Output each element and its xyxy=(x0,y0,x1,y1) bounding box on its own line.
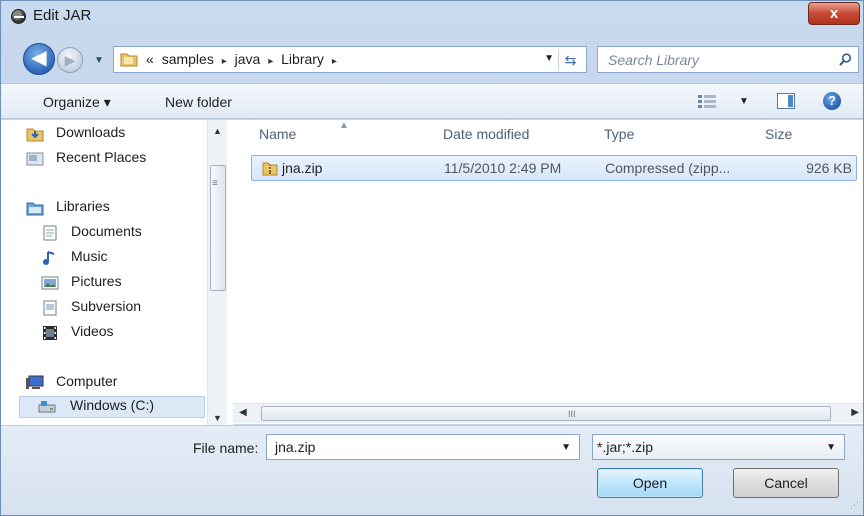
breadcrumb-separator[interactable]: ▸ xyxy=(222,56,227,67)
new-folder-button[interactable]: New folder xyxy=(165,94,232,110)
drive-icon xyxy=(38,401,56,413)
breadcrumb: « samples ▸ java ▸ Library ▸ xyxy=(146,51,341,67)
sidebar-item-label: Documents xyxy=(71,223,142,239)
downloads-icon xyxy=(26,128,44,142)
filter-value: *.jar;*.zip xyxy=(597,439,654,455)
address-dropdown-icon[interactable]: ▼ xyxy=(544,53,554,64)
scroll-grip-icon: ≡ xyxy=(212,178,218,189)
dialog-footer: File name: jna.zip ▼ *.jar;*.zip ▼ Open … xyxy=(1,426,863,515)
computer-icon xyxy=(26,375,44,389)
file-name-field[interactable]: jna.zip ▼ xyxy=(266,434,580,460)
libraries-icon xyxy=(26,202,44,216)
breadcrumb-item[interactable]: samples xyxy=(162,51,214,67)
edit-jar-dialog: Edit JAR x ◀ ▶ ▼ « samples ▸ java ▸ Libr… xyxy=(0,0,864,516)
command-toolbar: Organize ▾ New folder ▼ ? xyxy=(1,83,863,119)
file-name-dropdown-icon[interactable]: ▼ xyxy=(561,442,571,453)
refresh-icon[interactable]: ⇆ xyxy=(558,49,582,71)
column-header-size[interactable]: Size xyxy=(765,126,792,142)
recent-places-icon xyxy=(26,152,44,166)
column-header-name[interactable]: Name xyxy=(259,126,296,142)
sidebar-item-label: Downloads xyxy=(56,124,126,140)
sidebar-item-label: Music xyxy=(71,248,108,264)
search-input[interactable]: Search Library xyxy=(608,52,699,68)
column-header-date-modified[interactable]: Date modified xyxy=(443,126,529,142)
views-dropdown-icon[interactable]: ▼ xyxy=(739,96,749,107)
pictures-icon xyxy=(41,276,59,290)
window-title: Edit JAR xyxy=(33,7,92,24)
file-list-scrollbar[interactable]: ◀ III ▶ xyxy=(233,403,863,423)
recent-locations-dropdown[interactable]: ▼ xyxy=(94,55,104,66)
cancel-button[interactable]: Cancel xyxy=(733,468,839,498)
search-icon[interactable] xyxy=(839,53,852,66)
breadcrumb-separator[interactable]: ▸ xyxy=(268,56,273,67)
sidebar-item-label: Libraries xyxy=(56,198,110,214)
sidebar-item-downloads[interactable]: Downloads xyxy=(26,124,126,146)
breadcrumb-item[interactable]: Library xyxy=(281,51,324,67)
scroll-right-icon[interactable]: ▶ xyxy=(851,407,859,418)
address-bar[interactable]: « samples ▸ java ▸ Library ▸ ▼ ⇆ xyxy=(113,46,587,73)
close-button[interactable]: x xyxy=(808,2,860,25)
sidebar-item-pictures[interactable]: Pictures xyxy=(41,273,122,295)
videos-icon xyxy=(43,326,57,340)
address-row: ◀ ▶ ▼ « samples ▸ java ▸ Library ▸ ▼ ⇆ S… xyxy=(1,43,863,77)
file-name-label: File name: xyxy=(193,440,259,456)
music-icon xyxy=(43,251,55,265)
sidebar-item-label: Windows (C:) xyxy=(70,397,155,413)
file-name: jna.zip xyxy=(282,160,323,176)
preview-pane-icon[interactable] xyxy=(777,93,795,109)
file-row[interactable]: jna.zip 11/5/2010 2:49 PM Compressed (zi… xyxy=(251,155,857,181)
organize-menu[interactable]: Organize ▾ xyxy=(43,94,111,111)
scroll-grip-icon: III xyxy=(568,409,576,419)
sidebar-item-computer[interactable]: Computer xyxy=(26,373,118,395)
file-type: Compressed (zipp... xyxy=(605,160,731,176)
help-icon[interactable]: ? xyxy=(823,92,841,110)
back-button[interactable]: ◀ xyxy=(23,43,55,75)
breadcrumb-overflow[interactable]: « xyxy=(146,51,154,67)
views-icon[interactable] xyxy=(698,94,716,108)
file-size: 926 KB xyxy=(806,160,852,176)
search-box[interactable]: Search Library xyxy=(597,46,859,73)
sidebar-item-windows-c[interactable]: Windows (C:) xyxy=(19,396,205,418)
open-button[interactable]: Open xyxy=(597,468,703,498)
sidebar-item-label: Videos xyxy=(71,323,114,339)
zip-folder-icon xyxy=(262,162,278,176)
title-bar[interactable]: Edit JAR x xyxy=(1,1,863,33)
documents-icon xyxy=(43,225,57,241)
sidebar-item-videos[interactable]: Videos xyxy=(43,323,114,345)
subversion-icon xyxy=(43,300,57,316)
sidebar-item-label: Computer xyxy=(56,373,118,389)
sidebar-item-recent-places[interactable]: Recent Places xyxy=(26,149,147,171)
file-list: Name ▲ Date modified Type Size jna.zip 1… xyxy=(233,120,863,425)
sidebar-item-music[interactable]: Music xyxy=(43,248,108,270)
file-list-scroll-thumb[interactable]: III xyxy=(261,406,831,421)
sidebar-item-subversion[interactable]: Subversion xyxy=(43,298,142,320)
sidebar-item-label: Subversion xyxy=(71,298,142,314)
navigation-pane: Downloads Recent Places Libraries Docume… xyxy=(1,120,233,425)
filter-dropdown-icon[interactable]: ▼ xyxy=(826,442,836,453)
sort-ascending-icon: ▲ xyxy=(339,120,349,131)
sidebar-item-documents[interactable]: Documents xyxy=(43,223,142,245)
file-date-modified: 11/5/2010 2:49 PM xyxy=(444,160,562,176)
breadcrumb-separator[interactable]: ▸ xyxy=(332,56,337,67)
content-area: Downloads Recent Places Libraries Docume… xyxy=(1,120,863,425)
sidebar-item-libraries[interactable]: Libraries xyxy=(26,198,110,220)
file-name-value[interactable]: jna.zip xyxy=(275,439,315,455)
column-header-type[interactable]: Type xyxy=(604,126,634,142)
resize-grip-icon[interactable]: ⋰ xyxy=(850,500,859,511)
scroll-up-icon[interactable]: ▲ xyxy=(213,126,222,136)
file-type-filter[interactable]: *.jar;*.zip ▼ xyxy=(592,434,845,460)
sidebar-item-label: Pictures xyxy=(71,273,122,289)
folder-icon xyxy=(120,53,138,67)
scroll-down-icon[interactable]: ▼ xyxy=(213,413,222,423)
app-icon xyxy=(11,9,26,24)
breadcrumb-item[interactable]: java xyxy=(235,51,261,67)
sidebar-scrollbar[interactable]: ▲ ≡ ▼ xyxy=(207,120,227,425)
scroll-left-icon[interactable]: ◀ xyxy=(239,407,247,418)
forward-button[interactable]: ▶ xyxy=(57,47,83,73)
sidebar-item-label: Recent Places xyxy=(56,149,147,165)
